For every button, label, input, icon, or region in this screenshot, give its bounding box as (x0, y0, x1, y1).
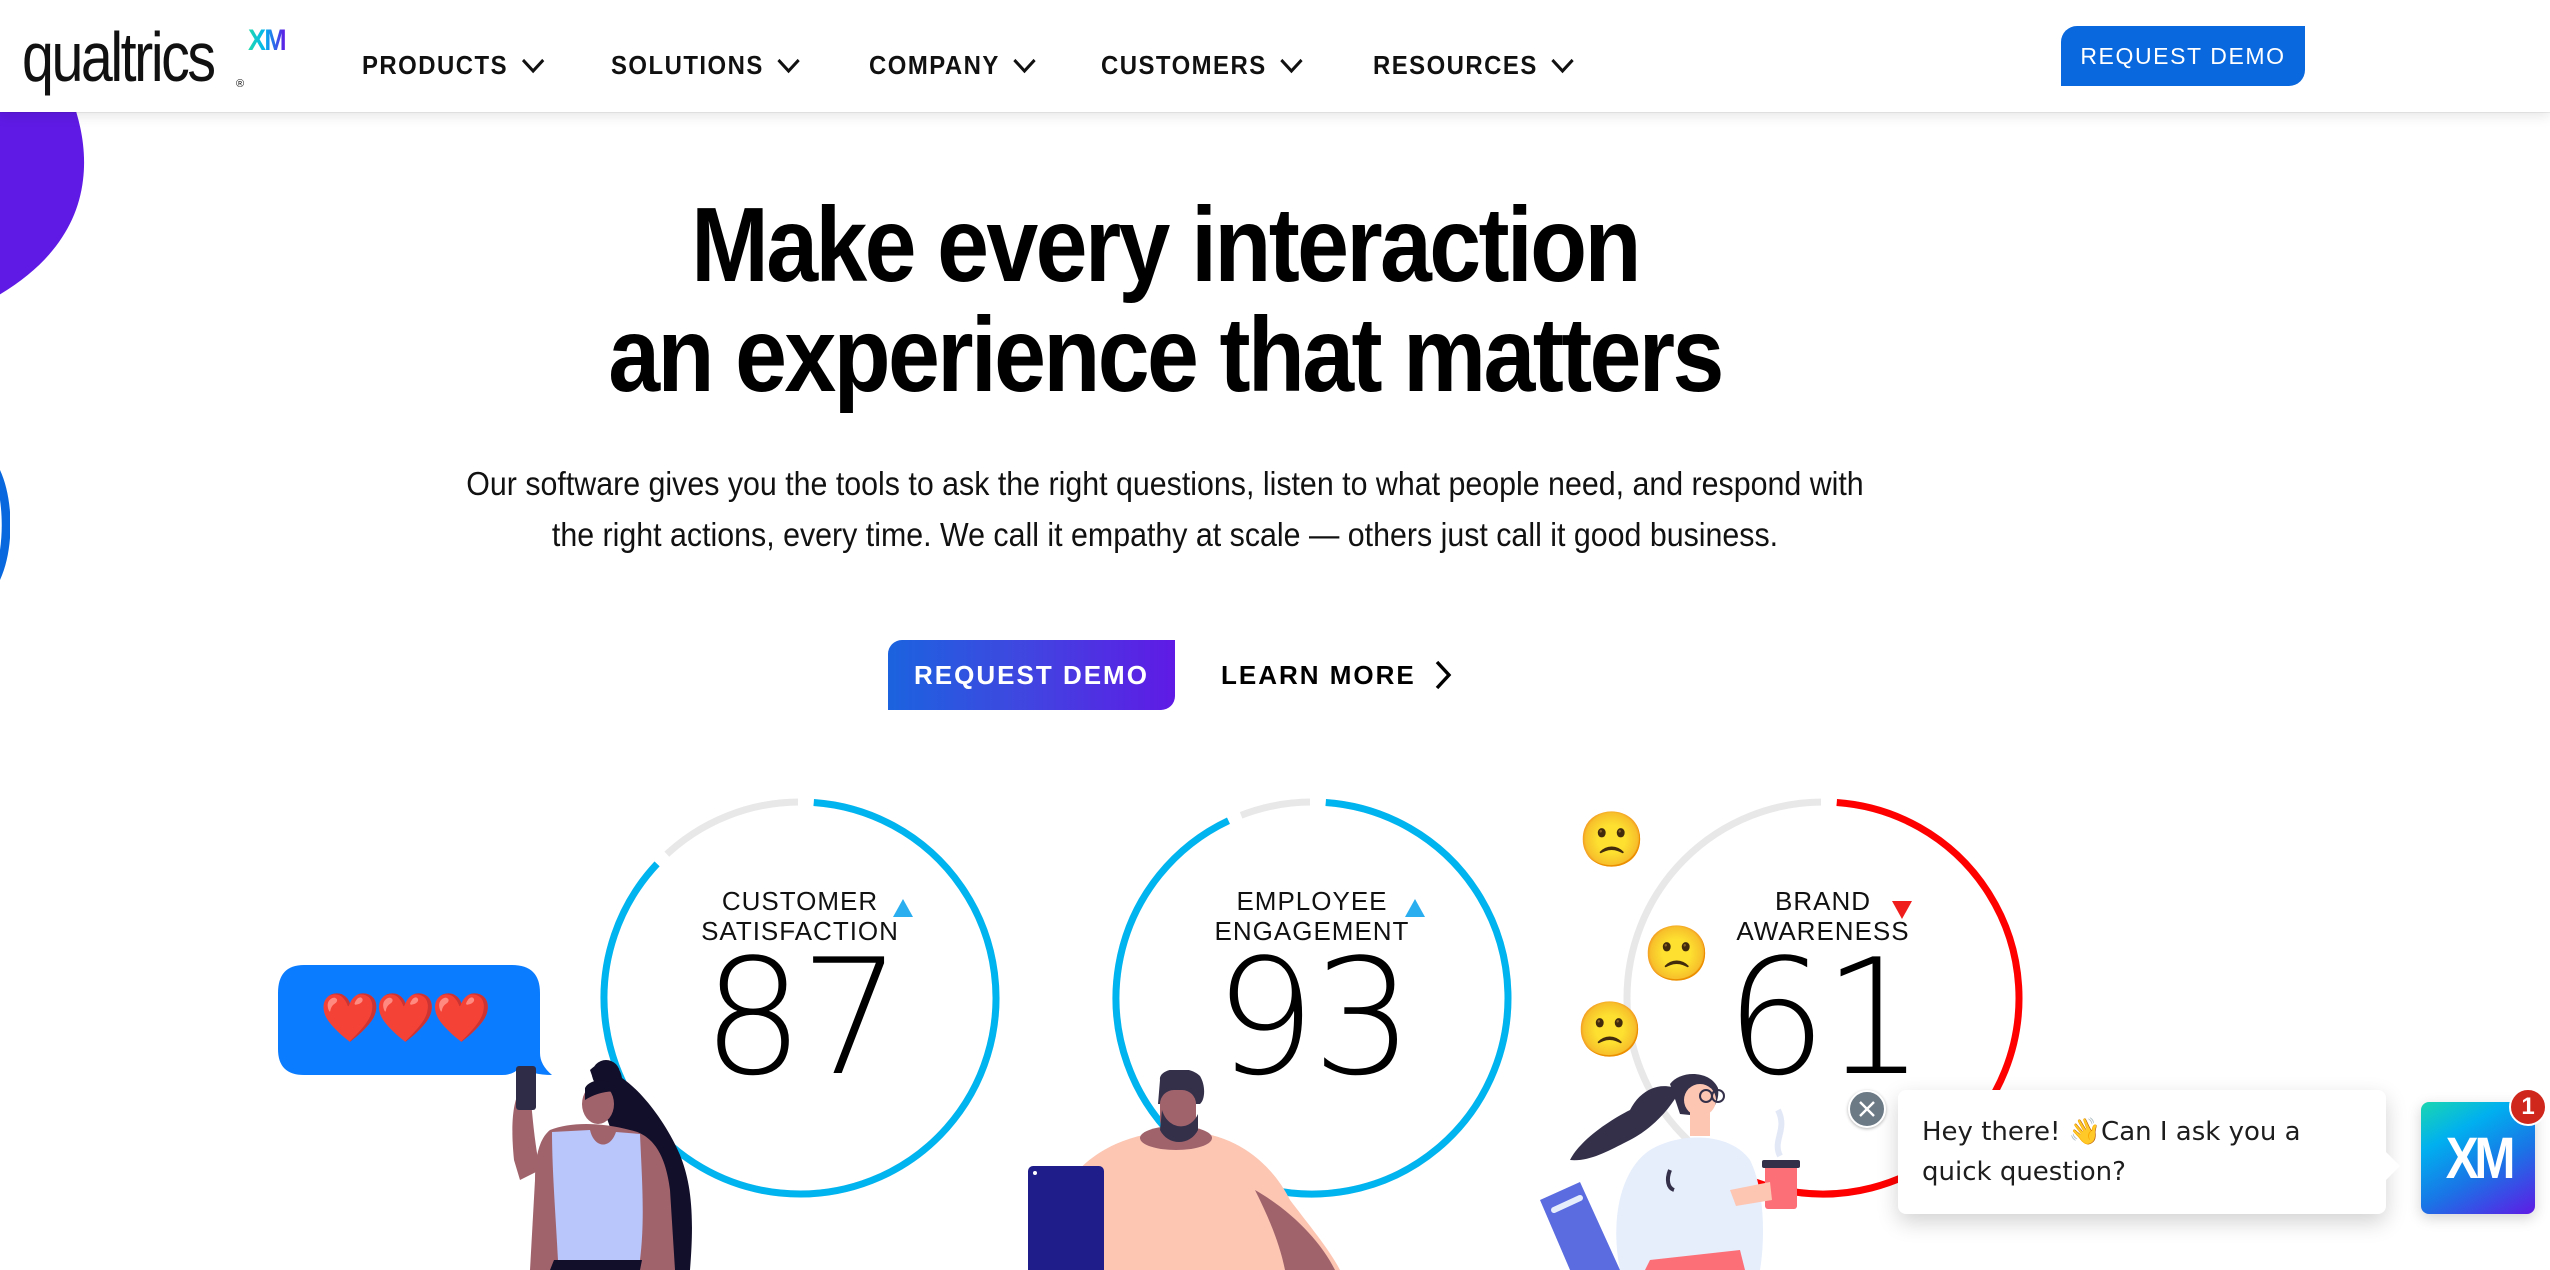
gauge-label-line-1: EMPLOYEE (1236, 886, 1388, 916)
chat-close-button[interactable] (1848, 1090, 1886, 1128)
learn-more-link[interactable]: LEARN MORE (1221, 659, 1452, 691)
qualtrics-logo[interactable]: qualtrics ® XM (22, 18, 287, 110)
site-header: qualtrics ® XM PRODUCTS SOLUTIONS COMPAN… (0, 0, 2550, 112)
xm-chat-launcher-button[interactable]: XM 1 (2421, 1088, 2547, 1214)
waving-hand-emoji: 👋 (2068, 1117, 2102, 1147)
gauge-gap (1226, 811, 1243, 825)
chat-message-text-part-1: Hey there! (1922, 1117, 2069, 1147)
logo-wordmark: qualtrics (22, 18, 216, 96)
chevron-down-icon (777, 58, 800, 73)
chat-popup-message[interactable]: Hey there! 👋Can I ask you a quick questi… (1898, 1090, 2400, 1214)
trend-up-icon (893, 899, 913, 917)
hero-subtitle-line-1: Our software gives you the tools to ask … (466, 465, 1864, 502)
learn-more-label: LEARN MORE (1221, 659, 1416, 690)
hero-request-demo-button[interactable]: REQUEST DEMO (888, 640, 1175, 710)
logo-xm-mark: XM (248, 24, 287, 57)
illustration-woman-with-coffee (1540, 1073, 1800, 1270)
nav-item-company[interactable]: COMPANY (869, 50, 1037, 81)
trend-up-icon (1405, 899, 1425, 917)
chevron-right-icon (1435, 660, 1452, 690)
chevron-down-icon (1280, 58, 1303, 73)
hero-subtitle: Our software gives you the tools to ask … (0, 458, 2330, 560)
nav-item-label: COMPANY (868, 50, 1000, 80)
sad-face-emoji: 🙁 (1643, 924, 1711, 984)
unread-count-badge: 1 (2509, 1088, 2547, 1126)
hero-subtitle-line-2: the right actions, every time. We call i… (551, 516, 1779, 553)
chevron-down-icon (521, 58, 545, 73)
nav-item-label: RESOURCES (1373, 50, 1538, 80)
nav-item-customers[interactable]: CUSTOMERS (1101, 50, 1303, 81)
nav-item-label: CUSTOMERS (1100, 50, 1267, 80)
logo-registered-mark: ® (236, 78, 245, 90)
hero-title: Make every interaction an experience tha… (0, 190, 2330, 410)
hearts-emoji: ❤️❤️❤️ (320, 992, 491, 1045)
gauge-gap (653, 850, 670, 867)
gauge-label-line-1: CUSTOMER (721, 886, 879, 916)
hero-title-line-2: an experience that matters (608, 296, 1724, 414)
hero-title-line-1: Make every interaction (691, 186, 1641, 304)
header-request-demo-button[interactable]: REQUEST DEMO (2061, 26, 2305, 86)
xm-launcher-label: XM (2445, 1125, 2515, 1191)
chevron-down-icon (1013, 58, 1036, 73)
nav-item-label: SOLUTIONS (610, 50, 764, 80)
trend-down-icon (1892, 901, 1912, 919)
chevron-down-icon (1551, 58, 1574, 73)
nav-item-label: PRODUCTS (362, 50, 509, 80)
hero-cta-row: REQUEST DEMO LEARN MORE (888, 640, 1452, 710)
close-icon (1859, 1101, 1875, 1117)
illustration-woman-with-phone (512, 1060, 692, 1270)
nav-item-resources[interactable]: RESOURCES (1373, 50, 1575, 81)
nav-item-solutions[interactable]: SOLUTIONS (611, 50, 801, 81)
gauge-label-line-1: BRAND (1774, 886, 1871, 916)
illustration-man-with-tablet (1028, 1070, 1340, 1270)
main-nav: PRODUCTS SOLUTIONS COMPANY CUSTOMERS RES… (362, 50, 1648, 81)
sad-face-emoji: 🙁 (1576, 1000, 1644, 1060)
nav-item-products[interactable]: PRODUCTS (362, 50, 545, 81)
sad-face-emoji: 🙁 (1578, 810, 1646, 870)
